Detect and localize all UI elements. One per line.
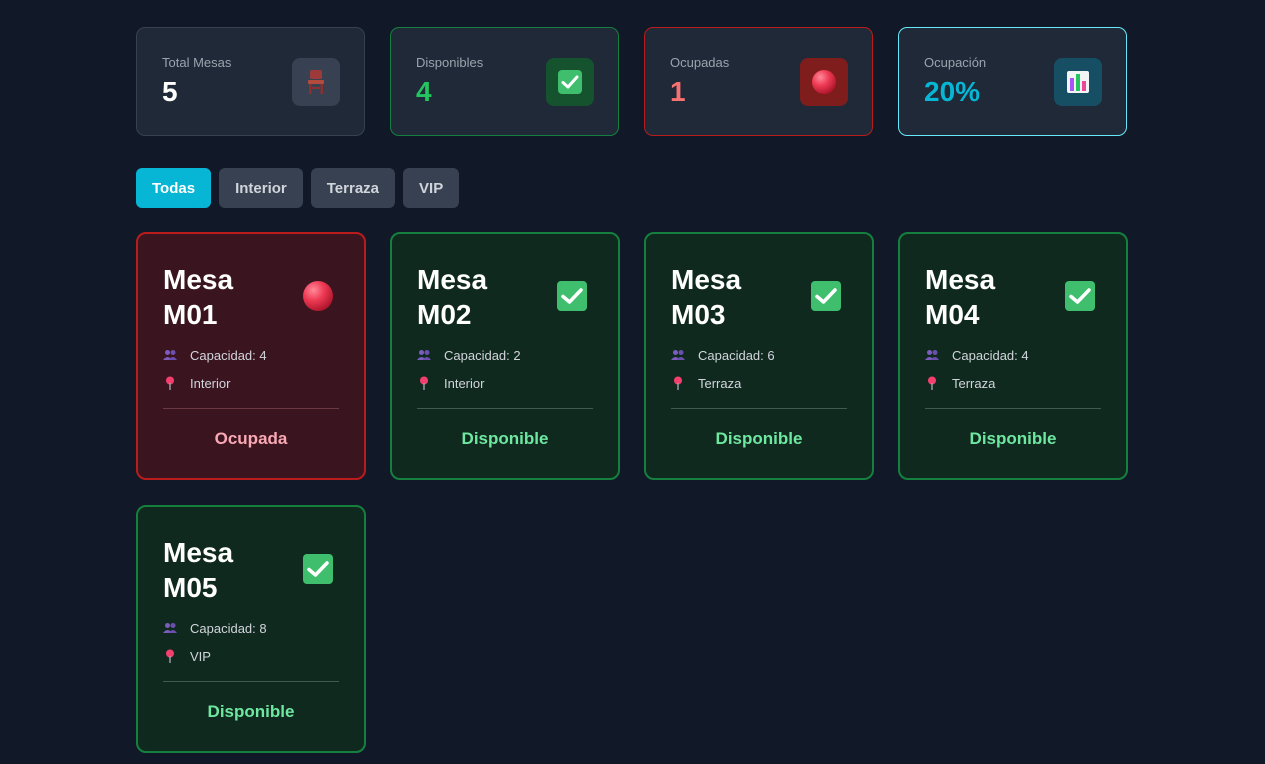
zone-text: Terraza — [698, 375, 742, 391]
stat-ocupacion: Ocupación 20% — [898, 27, 1127, 136]
zone-filters: Todas Interior Terraza VIP — [136, 168, 1128, 208]
status-label: Disponible — [715, 429, 803, 448]
capacity-text: Capacidad: 4 — [952, 347, 1029, 363]
check-icon — [1065, 281, 1095, 311]
capacity-row: Capacidad: 2 — [417, 347, 593, 363]
capacity-text: Capacidad: 2 — [444, 347, 521, 363]
table-title-line1: Mesa — [163, 537, 234, 568]
red-circle-icon — [303, 281, 333, 311]
status-label: Ocupada — [214, 429, 288, 448]
table-title: Mesa M03 — [671, 262, 791, 332]
red-circle-icon — [800, 58, 848, 106]
table-title-line1: Mesa — [671, 264, 742, 295]
card-divider — [163, 681, 339, 682]
zone-text: VIP — [190, 648, 211, 664]
filter-vip[interactable]: VIP — [403, 168, 460, 208]
table-title: Mesa M05 — [163, 535, 283, 605]
bar-chart-icon — [1054, 58, 1102, 106]
check-icon — [303, 554, 333, 584]
card-divider — [417, 408, 593, 409]
zone-row: Terraza — [925, 375, 1101, 391]
table-title-line2: M02 — [417, 299, 472, 330]
table-card-m01[interactable]: Mesa M01 Capacidad: 4 Interior Ocupada — [136, 232, 366, 480]
table-title-line2: M04 — [925, 299, 980, 330]
capacity-text: Capacidad: 8 — [190, 620, 267, 636]
zone-text: Terraza — [952, 375, 996, 391]
stat-disponibles: Disponibles 4 — [390, 27, 619, 136]
people-icon — [163, 621, 177, 635]
filter-interior[interactable]: Interior — [219, 168, 303, 208]
zone-row: VIP — [163, 648, 339, 664]
card-divider — [671, 408, 847, 409]
table-title: Mesa M01 — [163, 262, 283, 332]
card-divider — [925, 408, 1101, 409]
table-title-line1: Mesa — [925, 264, 996, 295]
table-card-m02[interactable]: Mesa M02 Capacidad: 2 Interior Disponibl… — [390, 232, 620, 480]
table-title-line2: M03 — [671, 299, 726, 330]
pin-icon — [417, 376, 431, 390]
table-title: Mesa M02 — [417, 262, 537, 332]
chair-icon — [292, 58, 340, 106]
filter-terraza[interactable]: Terraza — [310, 168, 396, 208]
capacity-row: Capacidad: 4 — [163, 347, 339, 363]
zone-row: Terraza — [671, 375, 847, 391]
capacity-row: Capacidad: 6 — [671, 347, 847, 363]
table-title: Mesa M04 — [925, 262, 1045, 332]
people-icon — [417, 348, 431, 362]
zone-text: Interior — [190, 375, 231, 391]
stat-total-mesas: Total Mesas 5 — [136, 27, 365, 136]
card-divider — [163, 408, 339, 409]
check-icon — [811, 281, 841, 311]
zone-row: Interior — [163, 375, 339, 391]
check-icon — [557, 281, 587, 311]
capacity-text: Capacidad: 4 — [190, 347, 267, 363]
table-title-line1: Mesa — [417, 264, 488, 295]
stats-row: Total Mesas 5 Disponibles 4 Ocupadas 1 O… — [136, 27, 1128, 136]
table-card-m03[interactable]: Mesa M03 Capacidad: 6 Terraza Disponible — [644, 232, 874, 480]
zone-row: Interior — [417, 375, 593, 391]
capacity-row: Capacidad: 4 — [925, 347, 1101, 363]
pin-icon — [163, 376, 177, 390]
filter-todas[interactable]: Todas — [136, 168, 212, 208]
people-icon — [671, 348, 685, 362]
stat-ocupadas: Ocupadas 1 — [644, 27, 873, 136]
zone-text: Interior — [444, 375, 485, 391]
tables-grid: Mesa M01 Capacidad: 4 Interior Ocupada M… — [136, 232, 1128, 753]
check-icon — [546, 58, 594, 106]
table-title-line1: Mesa — [163, 264, 234, 295]
capacity-row: Capacidad: 8 — [163, 620, 339, 636]
table-title-line2: M05 — [163, 572, 218, 603]
pin-icon — [163, 649, 177, 663]
dashboard: Total Mesas 5 Disponibles 4 Ocupadas 1 O… — [136, 27, 1128, 753]
table-card-m05[interactable]: Mesa M05 Capacidad: 8 VIP Disponible — [136, 505, 366, 753]
capacity-text: Capacidad: 6 — [698, 347, 775, 363]
pin-icon — [925, 376, 939, 390]
status-label: Disponible — [207, 702, 295, 721]
table-title-line2: M01 — [163, 299, 218, 330]
people-icon — [163, 348, 177, 362]
pin-icon — [671, 376, 685, 390]
table-card-m04[interactable]: Mesa M04 Capacidad: 4 Terraza Disponible — [898, 232, 1128, 480]
status-label: Disponible — [969, 429, 1057, 448]
status-label: Disponible — [461, 429, 549, 448]
people-icon — [925, 348, 939, 362]
